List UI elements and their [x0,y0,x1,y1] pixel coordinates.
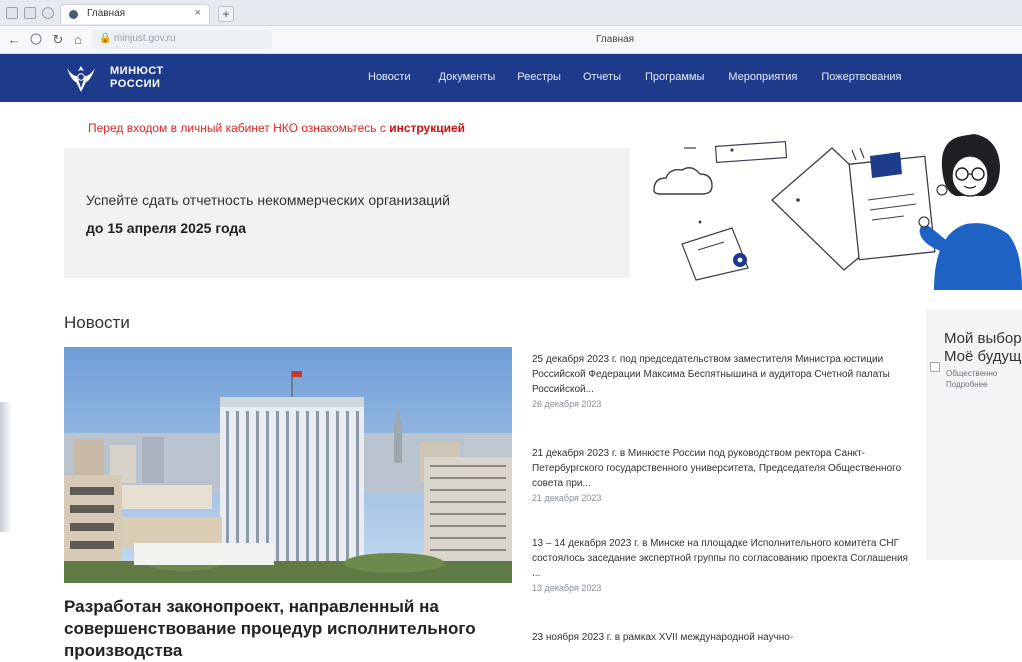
eagle-emblem-icon[interactable] [64,62,98,94]
nav-registries[interactable]: Реестры [517,71,561,83]
new-tab-button[interactable]: + [218,6,234,22]
promo-caption-line-1: Общественно [946,369,998,378]
site-logo-text[interactable]: МИНЮСТ РОССИИ [110,65,164,91]
favicon-icon [69,10,78,19]
address-bar-row: ← ↻ ⌂ 🔒 minjust.gov.ru Главная [0,26,1022,54]
nav-donations[interactable]: Пожертвования [821,71,901,83]
logo-line-2: РОССИИ [110,78,161,90]
site-header: МИНЮСТ РОССИИ Новости Документы Реестры … [0,54,1022,102]
documents-illustration [653,134,1022,290]
news-section-heading: Новости [64,313,130,332]
browser-tab-bar: Главная × + [0,0,1022,26]
news-list-item[interactable]: 23 ноября 2023 г. в рамках XVII междунар… [532,630,908,647]
banner-deadline: до 15 апреля 2025 года [86,220,247,236]
nav-programs[interactable]: Программы [645,71,704,83]
lock-icon: 🔒 [99,33,112,44]
report-deadline-banner[interactable]: Успейте сдать отчетность некоммерческих … [64,148,630,278]
news-list-item[interactable]: 13 – 14 декабря 2023 г. в Минске на площ… [532,536,908,593]
news-item-text: 25 декабря 2023 г. под председательством… [532,354,890,395]
reload-icon[interactable]: ↻ [50,32,66,48]
tab-list-icon[interactable] [24,7,36,19]
back-arrow-icon[interactable]: ← [6,32,22,48]
nav-news[interactable]: Новости [368,71,411,83]
main-navigation: Новости Документы Реестры Отчеты Програм… [368,71,928,83]
tab-title: Главная [87,8,126,19]
promo-title-line-2: Моё будущее [944,348,1022,365]
home-icon[interactable]: ⌂ [70,32,86,48]
alert-text: Перед входом в личный кабинет НКО ознако… [88,121,390,135]
window-edge-shadow [0,402,12,532]
logo-line-1: МИНЮСТ [110,65,164,77]
broken-image-icon [930,362,940,372]
nav-events[interactable]: Мероприятия [728,71,797,83]
window-menu-icon[interactable] [6,7,18,19]
promo-more-link[interactable]: Подробнее [946,379,997,390]
window-title: Главная [596,34,635,45]
news-item-date: 13 декабря 2023 [532,583,602,593]
shield-icon[interactable] [42,7,54,19]
featured-news-headline[interactable]: Разработан законопроект, направленный на… [64,596,514,662]
instruction-link[interactable]: инструкцией [389,121,465,135]
news-item-date: 26 декабря 2023 [532,399,602,409]
news-item-text: 21 декабря 2023 г. в Минюсте России под … [532,448,902,489]
news-item-text: 13 – 14 декабря 2023 г. в Минске на площ… [532,538,908,579]
news-list-item[interactable]: 21 декабря 2023 г. в Минюсте России под … [532,446,908,503]
news-photo[interactable] [64,347,512,583]
news-item-date: 21 декабря 2023 [532,493,602,503]
news-item-text: 23 ноября 2023 г. в рамках XVII междунар… [532,632,794,643]
url-text: minjust.gov.ru [114,33,176,44]
banner-line-1: Успейте сдать отчетность некоммерческих … [86,192,450,208]
promo-caption: Общественно Подробнее [946,368,997,390]
election-promo-card[interactable]: Мой выбор Моё будущее Общественно Подроб… [926,310,1022,560]
tab-close-icon[interactable]: × [195,7,201,19]
nav-documents[interactable]: Документы [439,71,496,83]
forward-icon[interactable] [28,32,44,48]
promo-title-line-1: Мой выбор [944,330,1022,347]
promo-title: Мой выбор Моё будущее [944,330,1022,366]
url-field[interactable]: 🔒 minjust.gov.ru [92,30,272,49]
nko-alert: Перед входом в личный кабинет НКО ознако… [88,121,465,135]
news-list-item[interactable]: 25 декабря 2023 г. под председательством… [532,352,908,409]
browser-tab[interactable]: Главная × [60,4,210,24]
nav-reports[interactable]: Отчеты [583,71,621,83]
